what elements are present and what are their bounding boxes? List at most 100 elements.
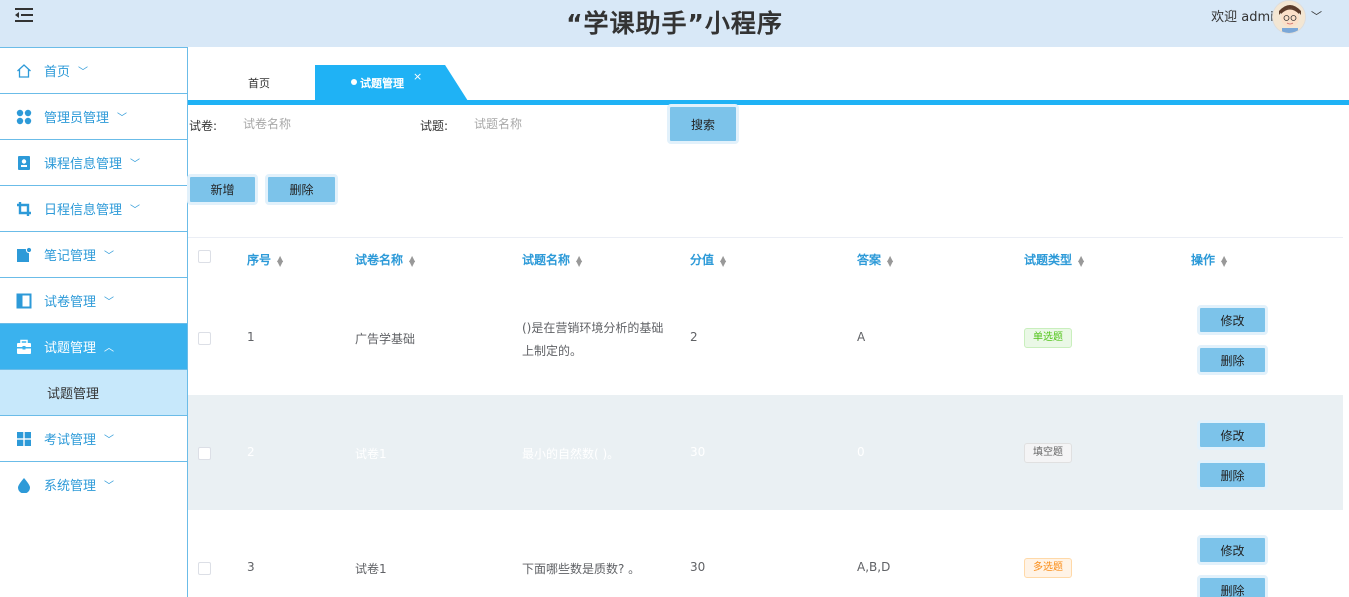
table-row: 3 试卷1 下面哪些数是质数? 。 30 A,B,D 多选题 修改 删除 [188,510,1343,597]
column-header[interactable]: 试卷名称 ▲ ▼ [355,251,415,268]
sidebar-item-course[interactable]: 课程信息管理 ﹀ [0,139,187,185]
cell-question: 下面哪些数是质数? 。 [522,562,641,576]
cell-question: ()是在营销环境分析的基础 [522,321,664,335]
table-header: 序号 ▲ ▼ 试卷名称 ▲ ▼ 试题名称 ▲ ▼ 分值 ▲ ▼ 答案 ▲ ▼ 试题类型 ▲ ▼ 操作 ▲ ▼ [188,238,1343,280]
delete-button[interactable]: 删除 [1197,575,1268,597]
close-icon[interactable]: × [413,70,422,83]
grid-dots-icon [16,109,32,125]
column-header[interactable]: 序号 ▲ ▼ [247,251,283,268]
table-row: 2 试卷1 最小的自然数( )。 30 0 填空题 修改 删除 [188,395,1343,510]
sort-icon: ▲ ▼ [409,253,416,268]
column-header[interactable]: 试题名称 ▲ ▼ [522,251,582,268]
sidebar-item-label: 试题管理 [44,341,97,356]
column-label: 分值 [690,253,715,267]
sort-icon: ▲ ▼ [720,253,727,268]
chevron-down-icon[interactable]: ﹀ [1311,8,1322,24]
cell-no: 2 [247,445,255,459]
edit-button[interactable]: 修改 [1197,305,1268,335]
table-row: 1 广告学基础 ()是在营销环境分析的基础 上制定的。 2 A 单选题 修改 删… [188,280,1343,395]
cell-no: 3 [247,560,255,574]
paper-label: 试卷: [189,119,218,133]
row-checkbox[interactable] [198,332,211,345]
column-label: 试题名称 [522,253,571,267]
delete-button[interactable]: 删除 [1197,345,1268,375]
sidebar-item-label: 系统管理 [44,479,97,494]
toolbox-icon [16,339,32,355]
add-button[interactable]: 新增 [187,174,258,205]
column-label: 序号 [247,253,272,267]
app-title: “学课助手”小程序 [566,9,783,38]
sidebar-item-system[interactable]: 系统管理 ﹀ [0,461,187,507]
avatar[interactable] [1272,0,1306,34]
column-label: 答案 [857,253,882,267]
cell-paper: 广告学基础 [355,332,416,346]
sort-icon: ▲ ▼ [1221,253,1228,268]
row-checkbox[interactable] [198,447,211,460]
chevron-up-icon: ︿ [104,343,115,354]
column-label: 操作 [1191,253,1216,267]
column-header[interactable]: 试题类型 ▲ ▼ [1024,251,1084,268]
sidebar-item-label: 笔记管理 [44,249,97,264]
chevron-down-icon: ﹀ [104,435,115,446]
question-search-input[interactable] [474,114,634,134]
cell-paper: 试卷1 [355,447,387,461]
sidebar-item-schedule[interactable]: 日程信息管理 ﹀ [0,185,187,231]
bulk-delete-button[interactable]: 删除 [265,174,338,205]
questions-table: 序号 ▲ ▼ 试卷名称 ▲ ▼ 试题名称 ▲ ▼ 分值 ▲ ▼ 答案 ▲ ▼ 试题类型 ▲ ▼ 操作 ▲ ▼… [188,237,1343,597]
active-dot-icon [351,79,357,85]
crop-icon [16,201,32,217]
row-checkbox[interactable] [198,562,211,575]
cell-score: 2 [690,330,698,344]
sidebar-item-notes[interactable]: 笔记管理 ﹀ [0,231,187,277]
question-label: 试题: [420,119,449,133]
edit-button[interactable]: 修改 [1197,535,1268,565]
paper-search-input[interactable] [243,114,403,134]
sort-icon: ▲ ▼ [576,253,583,268]
tab-home[interactable]: 首页 [248,75,270,91]
tab-underline [188,100,1349,105]
column-header[interactable]: 分值 ▲ ▼ [690,251,726,268]
question-type-badge: 填空题 [1024,443,1072,463]
search-button[interactable]: 搜索 [667,104,739,144]
cell-question-line2: 上制定的。 [522,344,583,358]
chevron-down-icon: ﹀ [104,251,115,262]
sort-icon: ▲ ▼ [1078,253,1085,268]
panel-icon [16,293,32,309]
sort-icon: ▲ ▼ [277,253,284,268]
drop-icon [16,477,32,493]
app-header: “学课助手”小程序 欢迎 admin ﹀ [0,0,1349,47]
chevron-down-icon: ﹀ [130,159,141,170]
column-header[interactable]: 操作 ▲ ▼ [1191,251,1227,268]
sidebar-item-exams[interactable]: 考试管理 ﹀ [0,415,187,461]
column-header[interactable]: 答案 ▲ ▼ [857,251,893,268]
cell-question: 最小的自然数( )。 [522,447,620,461]
sidebar-item-home[interactable]: 首页 ﹀ [0,47,187,93]
note-icon [16,246,33,263]
sidebar-item-label: 管理员管理 [44,111,110,126]
sidebar-item-label: 日程信息管理 [44,203,123,218]
sidebar-item-questions[interactable]: 试题管理 ︿ [0,323,187,369]
sidebar: 首页 ﹀ 管理员管理 ﹀ 课程信息管理 ﹀ 日程信息管理 ﹀ 笔记管理 ﹀ 试卷… [0,47,188,597]
sidebar-subitem-questions[interactable]: 试题管理 [0,369,187,415]
cell-answer: 0 [857,445,865,459]
tab-questions[interactable]: 试题管理 × [315,65,468,101]
cell-answer: A,B,D [857,560,891,574]
sidebar-item-papers[interactable]: 试卷管理 ﹀ [0,277,187,323]
sidebar-item-label: 考试管理 [44,433,97,448]
tiles-icon [16,431,32,447]
contact-book-icon [16,155,32,171]
edit-button[interactable]: 修改 [1197,420,1268,450]
cell-score: 30 [690,560,706,574]
sidebar-item-label: 首页 [44,65,71,80]
select-all-checkbox[interactable] [198,250,211,263]
delete-button[interactable]: 删除 [1197,460,1268,490]
tab-bar: 首页 试题管理 × [188,47,1349,105]
cell-score: 30 [690,445,706,459]
question-type-badge: 多选题 [1024,558,1072,578]
cell-paper: 试卷1 [355,562,387,576]
chevron-down-icon: ﹀ [117,113,128,124]
sidebar-item-admin[interactable]: 管理员管理 ﹀ [0,93,187,139]
tab-label: 试题管理 [360,77,404,90]
cell-answer: A [857,330,866,344]
column-label: 试题类型 [1024,253,1073,267]
